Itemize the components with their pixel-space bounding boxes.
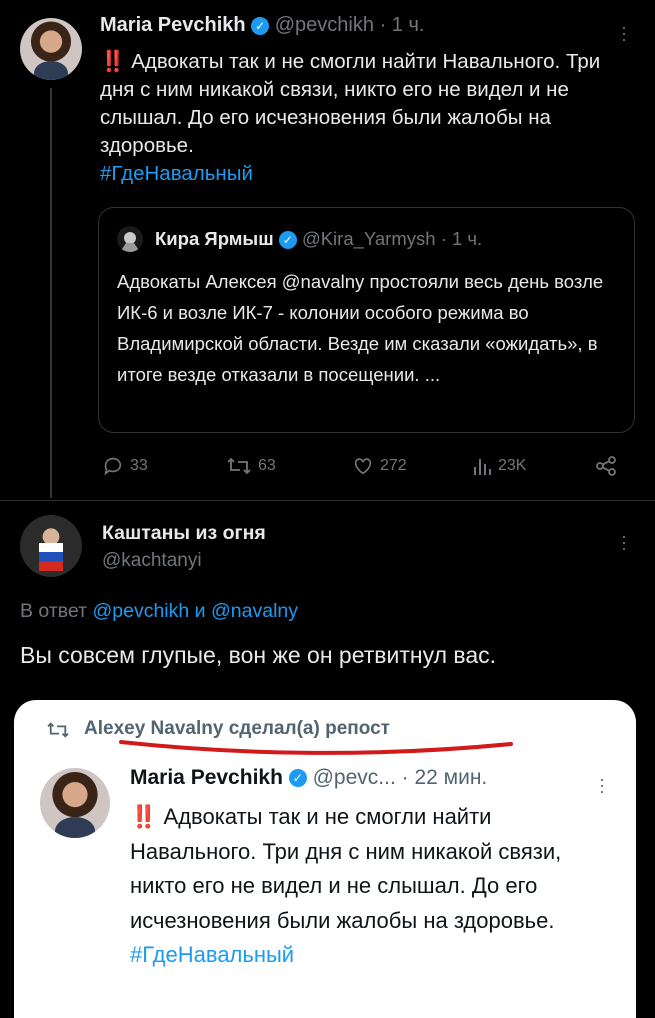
mention-link[interactable]: @navalny: [211, 600, 298, 622]
avatar[interactable]: [20, 18, 82, 80]
reply-button[interactable]: 33: [102, 455, 148, 477]
reply-author-name[interactable]: Каштаны из огня: [102, 522, 266, 545]
action-bar: 33 63 272 23K: [102, 455, 632, 479]
card-author-handle[interactable]: @pevc...: [313, 766, 396, 789]
reply-count: 33: [130, 457, 148, 474]
views-icon: [474, 459, 491, 475]
like-button[interactable]: 272: [352, 455, 407, 477]
author-name[interactable]: Maria Pevchikh: [100, 14, 246, 36]
reply-icon: [104, 457, 122, 476]
author-handle[interactable]: @pevchikh: [275, 14, 374, 36]
repost-button[interactable]: 63: [226, 455, 276, 477]
mention-link[interactable]: @pevchikh: [92, 600, 189, 622]
share-icon: [596, 456, 616, 476]
verified-icon: ✓: [278, 231, 297, 250]
card-author-name[interactable]: Maria Pevchikh: [130, 766, 283, 789]
quote-text: Адвокаты Алексея @navalny простояли весь…: [117, 271, 604, 385]
more-options-icon[interactable]: · · ·: [598, 770, 606, 800]
like-count: 272: [380, 457, 407, 474]
heart-icon: [354, 458, 372, 475]
exclamation-icon: ‼️: [130, 804, 158, 829]
tweet-text: Адвокаты так и не смогли найти Навальног…: [100, 50, 601, 157]
tweet-time[interactable]: · 1 ч.: [380, 14, 425, 36]
card-text: Адвокаты так и не смогли найти Навальног…: [130, 804, 562, 933]
reply-and: и: [194, 600, 206, 622]
card-time: · 22 мин.: [401, 766, 488, 789]
repost-icon: [47, 722, 69, 738]
quote-header: Кира Ярмыш ✓ @Kira_Yarmysh · 1 ч.: [155, 228, 482, 250]
reply-text: Вы совсем глупые, вон же он ретвитнул ва…: [20, 642, 497, 668]
avatar[interactable]: [20, 515, 82, 577]
avatar-image: [120, 232, 140, 252]
exclamation-icon: ‼️: [100, 50, 126, 73]
quote-tweet[interactable]: Кира Ярмыш ✓ @Kira_Yarmysh · 1 ч. Адвока…: [98, 207, 635, 433]
card-body: ‼️ Адвокаты так и не смогли найти Наваль…: [130, 800, 590, 973]
views-button[interactable]: 23K: [472, 455, 526, 477]
repost-icon: [227, 457, 251, 475]
red-underline: [119, 740, 513, 755]
reply-context: В ответ @pevchikh и @navalny: [20, 600, 298, 623]
views-count: 23K: [498, 457, 527, 474]
repost-count: 63: [258, 457, 276, 474]
hashtag-link[interactable]: #ГдеНавальный: [130, 942, 294, 967]
reply-author-handle[interactable]: @kachtanyi: [102, 550, 202, 572]
quote-author-handle[interactable]: @Kira_Yarmysh: [302, 228, 436, 249]
share-button[interactable]: [594, 455, 618, 477]
more-options-icon[interactable]: · · ·: [620, 527, 628, 557]
card-header: Maria Pevchikh ✓ @pevc... · 22 мин.: [130, 766, 487, 790]
avatar[interactable]: [117, 226, 143, 252]
quote-author-name[interactable]: Кира Ярмыш: [155, 228, 274, 249]
tweet-header: Maria Pevchikh ✓ @pevchikh · 1 ч.: [100, 14, 424, 37]
more-options-icon[interactable]: · · ·: [620, 18, 628, 48]
quote-time: · 1 ч.: [440, 228, 483, 249]
avatar[interactable]: [40, 768, 110, 838]
hashtag-link[interactable]: #ГдеНавальный: [100, 162, 253, 185]
retweet-screenshot: Alexey Navalny сделал(а) репост Maria Pe…: [14, 700, 636, 1018]
reply-prefix: В ответ: [20, 600, 88, 622]
divider: [0, 500, 655, 501]
thread-line: [50, 88, 52, 498]
verified-icon: ✓: [251, 16, 270, 35]
tweet-body: ‼️ Адвокаты так и не смогли найти Наваль…: [100, 48, 630, 188]
verified-icon: ✓: [288, 769, 307, 788]
